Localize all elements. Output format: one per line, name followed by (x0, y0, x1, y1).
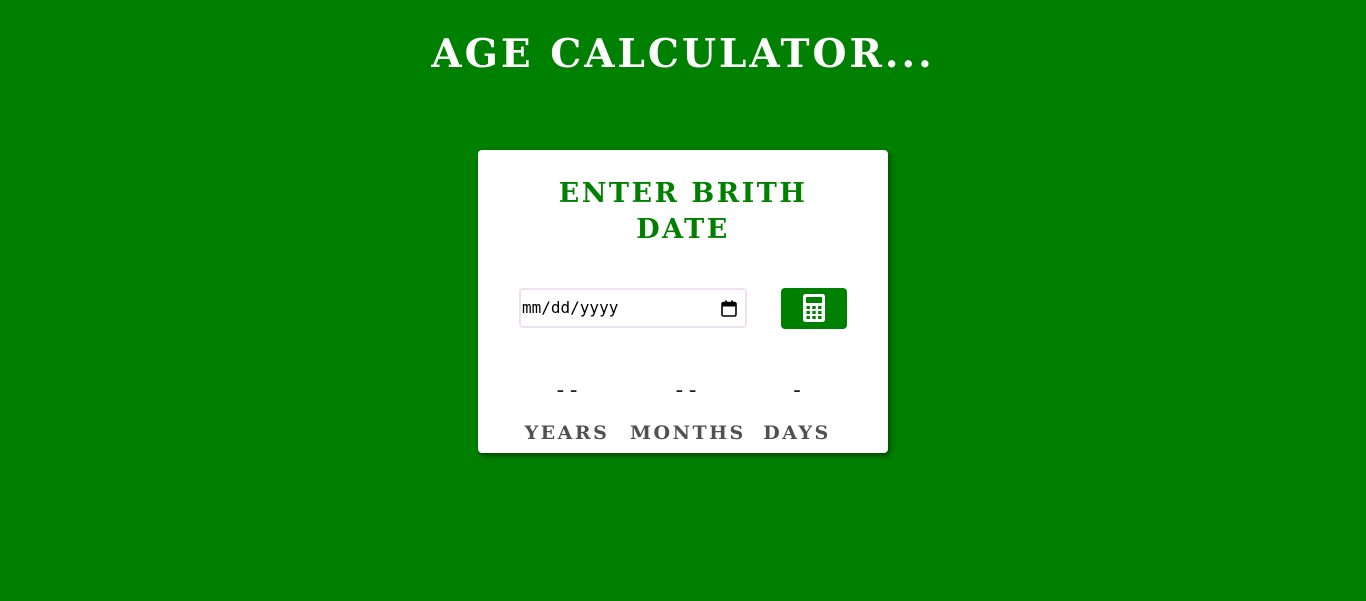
result-years: -- YEARS (522, 378, 612, 444)
days-label: DAYS (763, 422, 831, 444)
date-input-placeholder: mm/dd/yyyy (522, 298, 619, 317)
card-heading: ENTER BRITH DATE (558, 178, 808, 245)
result-months: -- MONTHS (630, 378, 746, 444)
result-days: - DAYS (760, 378, 834, 444)
calculator-icon (803, 294, 825, 322)
age-calculator-card: ENTER BRITH DATE mm/dd/yyyy -- YEARS -- … (478, 150, 888, 453)
days-value: - (790, 378, 804, 403)
months-label: MONTHS (630, 422, 746, 444)
page-title: AGE CALCULATOR... (431, 31, 935, 77)
months-value: -- (672, 378, 700, 403)
birth-date-input[interactable]: mm/dd/yyyy (519, 288, 747, 328)
years-label: YEARS (524, 422, 610, 444)
calendar-icon[interactable] (721, 300, 737, 317)
calculate-button[interactable] (781, 288, 847, 329)
years-value: -- (553, 378, 581, 403)
